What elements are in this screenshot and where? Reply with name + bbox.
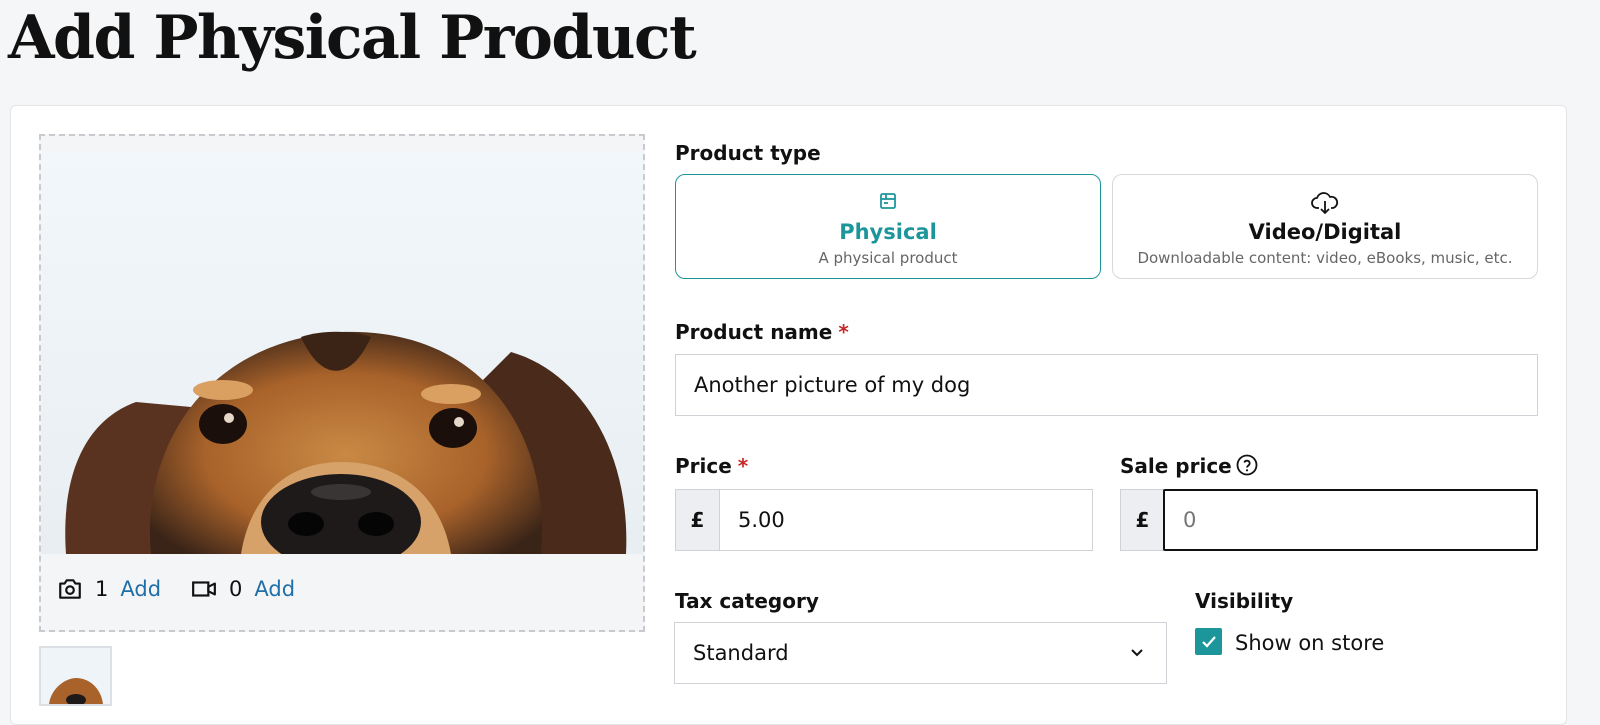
product-type-physical[interactable]: Physical A physical product [675, 174, 1101, 279]
media-dropzone[interactable]: 1 Add 0 Add [39, 134, 645, 632]
video-count: 0 [229, 577, 243, 601]
add-photo-link[interactable]: Add [120, 577, 161, 601]
cloud-download-icon [1311, 192, 1339, 214]
photo-thumbnail[interactable] [39, 646, 112, 706]
page-title: Add Physical Product [8, 3, 697, 73]
camera-icon [59, 579, 81, 599]
product-photo [41, 152, 643, 554]
show-on-store-checkbox[interactable] [1195, 628, 1222, 655]
media-bar: 1 Add 0 Add [41, 554, 643, 630]
product-name-label-text: Product name [675, 320, 833, 344]
physical-subtitle: A physical product [818, 249, 958, 267]
checkmark-icon [1201, 635, 1216, 648]
required-mark: * [838, 320, 849, 344]
video-counter: 0 Add [191, 576, 295, 602]
sale-price-label: Sale price [1120, 454, 1258, 478]
sale-price-currency-prefix: £ [1120, 489, 1164, 551]
sale-price-input[interactable] [1163, 489, 1538, 551]
required-mark: * [737, 454, 749, 478]
show-on-store-label: Show on store [1235, 631, 1385, 655]
sale-price-label-text: Sale price [1120, 454, 1232, 478]
video-camera-icon [192, 581, 216, 597]
price-currency-prefix: £ [675, 489, 719, 551]
box-icon [880, 193, 896, 209]
visibility-label: Visibility [1195, 589, 1294, 613]
product-name-input[interactable] [675, 354, 1538, 416]
physical-title: Physical [839, 220, 937, 244]
product-type-digital[interactable]: Video/Digital Downloadable content: vide… [1112, 174, 1538, 279]
photo-counter: 1 Add [57, 576, 161, 602]
tax-category-select[interactable]: Standard [674, 622, 1167, 684]
chevron-down-icon [1131, 649, 1143, 657]
digital-subtitle: Downloadable content: video, eBooks, mus… [1137, 249, 1513, 267]
photo-count: 1 [95, 577, 109, 601]
tax-category-label: Tax category [675, 589, 819, 613]
help-circle-icon[interactable] [1236, 454, 1258, 476]
price-input[interactable] [719, 489, 1093, 551]
price-label-text: Price [675, 454, 732, 478]
price-label: Price * [675, 454, 748, 478]
tax-category-value: Standard [693, 641, 789, 665]
digital-title: Video/Digital [1248, 220, 1402, 244]
product-name-label: Product name * [675, 320, 849, 344]
product-type-label: Product type [675, 141, 821, 165]
add-video-link[interactable]: Add [254, 577, 295, 601]
